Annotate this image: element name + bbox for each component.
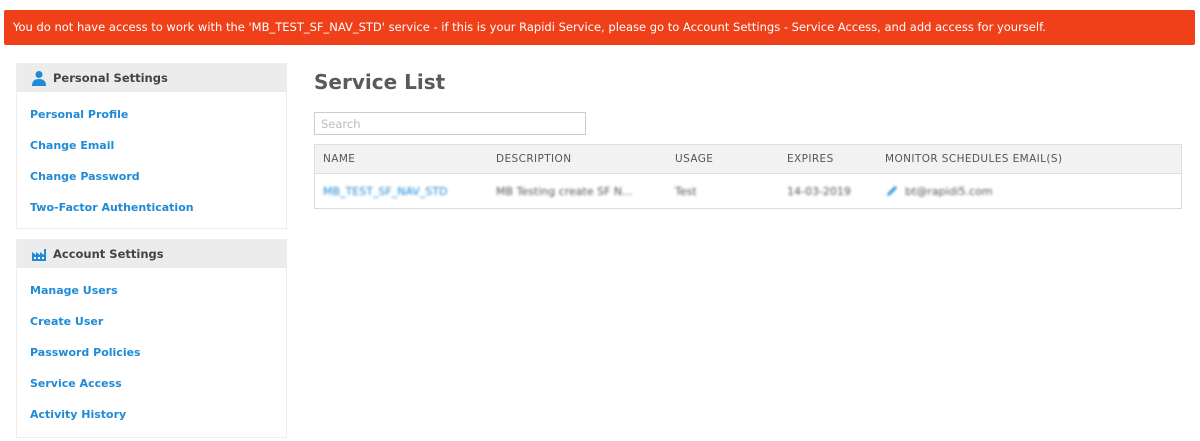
sidebar-item-activity-history[interactable]: Activity History (17, 405, 286, 436)
column-header-description[interactable]: DESCRIPTION (496, 153, 571, 165)
service-table: NAME DESCRIPTION USAGE EXPIRES MONITOR S… (314, 144, 1182, 209)
sidebar-item-create-user[interactable]: Create User (17, 312, 286, 343)
personal-settings-panel: Personal Settings Personal Profile Chang… (16, 63, 287, 229)
account-settings-title: Account Settings (53, 247, 164, 261)
sidebar-item-manage-users[interactable]: Manage Users (17, 281, 286, 312)
sidebar-item-personal-profile[interactable]: Personal Profile (17, 105, 286, 136)
personal-settings-header: Personal Settings (17, 64, 286, 92)
service-expires: 14-03-2019 (787, 184, 851, 198)
service-description: MB Testing create SF N... (496, 184, 633, 198)
page-title: Service List (314, 70, 446, 94)
access-error-banner: You do not have access to work with the … (4, 10, 1195, 45)
factory-icon (31, 246, 47, 262)
user-icon (31, 70, 47, 86)
search-input[interactable] (314, 112, 586, 135)
monitor-email: bt@rapidi5.com (905, 184, 993, 198)
column-header-monitor-emails[interactable]: MONITOR SCHEDULES EMAIL(S) (885, 153, 1062, 165)
sidebar-item-change-password[interactable]: Change Password (17, 167, 286, 198)
account-settings-panel: Account Settings Manage Users Create Use… (16, 239, 287, 438)
monitor-email-cell: bt@rapidi5.com (885, 184, 993, 198)
sidebar-item-change-email[interactable]: Change Email (17, 136, 286, 167)
sidebar-item-two-factor-auth[interactable]: Two-Factor Authentication (17, 198, 286, 229)
sidebar-item-service-access[interactable]: Service Access (17, 374, 286, 405)
column-header-name[interactable]: NAME (323, 153, 355, 165)
table-row[interactable]: MB_TEST_SF_NAV_STD MB Testing create SF … (315, 174, 1181, 208)
sidebar-item-password-policies[interactable]: Password Policies (17, 343, 286, 374)
column-header-usage[interactable]: USAGE (675, 153, 713, 165)
table-header: NAME DESCRIPTION USAGE EXPIRES MONITOR S… (315, 145, 1181, 174)
account-settings-header: Account Settings (17, 240, 286, 268)
column-header-expires[interactable]: EXPIRES (787, 153, 834, 165)
pencil-icon[interactable] (885, 184, 899, 198)
service-name-link[interactable]: MB_TEST_SF_NAV_STD (323, 185, 447, 198)
access-error-message: You do not have access to work with the … (13, 20, 1046, 34)
service-usage: Test (675, 184, 697, 198)
personal-settings-title: Personal Settings (53, 71, 168, 85)
